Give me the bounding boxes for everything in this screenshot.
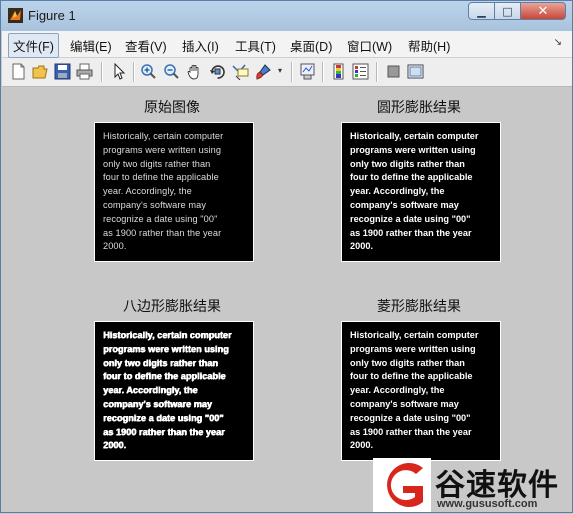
- menu-overflow-icon[interactable]: ↘: [554, 37, 562, 48]
- menu-tools[interactable]: 工具(T): [232, 35, 279, 56]
- brush-icon[interactable]: [255, 63, 272, 80]
- watermark: 谷速软件 www.gususoft.com: [373, 456, 573, 514]
- watermark-url: www.gususoft.com: [437, 498, 538, 510]
- window-controls: ▁ □ ✕: [468, 2, 566, 22]
- subplot-title-disk-dilation: 圆形膨胀结果: [377, 100, 461, 116]
- close-button[interactable]: ✕: [521, 2, 566, 20]
- menu-bar: 文件(F) 编辑(E) 查看(V) 插入(I) 工具(T) 桌面(D) 窗口(W…: [2, 31, 572, 58]
- data-cursor-icon[interactable]: [232, 63, 249, 80]
- toolbar-separator: [376, 62, 378, 82]
- image-text-octagon-dilation: Historically, certain computer programs …: [103, 330, 232, 451]
- new-figure-icon[interactable]: [10, 63, 27, 80]
- matlab-icon: [8, 8, 23, 23]
- open-file-icon[interactable]: [32, 63, 49, 80]
- link-plot-icon[interactable]: [299, 63, 316, 80]
- menu-desktop[interactable]: 桌面(D): [287, 35, 335, 56]
- maximize-icon: □: [502, 4, 513, 18]
- figure-window: Figure 1 ▁ □ ✕ 文件(F) 编辑(E) 查看(V) 插入(I) 工…: [0, 0, 573, 513]
- minimize-button[interactable]: ▁: [468, 2, 495, 20]
- pan-icon[interactable]: [186, 63, 203, 80]
- menu-file[interactable]: 文件(F): [8, 33, 59, 58]
- image-text-disk-dilation: Historically, certain computer programs …: [350, 131, 479, 252]
- menu-help[interactable]: 帮助(H): [405, 35, 453, 56]
- toolbar-separator: [291, 62, 293, 82]
- image-diamond-dilation: Historically, certain computer programs …: [341, 321, 501, 461]
- toolbar: ▾: [2, 58, 572, 87]
- window-title: Figure 1: [28, 8, 76, 23]
- image-text-original: Historically, certain computer programs …: [103, 131, 224, 252]
- image-original: Historically, certain computer programs …: [94, 122, 254, 262]
- show-plot-tools-icon[interactable]: [407, 63, 424, 80]
- toolbar-separator: [133, 62, 135, 82]
- hide-plot-tools-icon[interactable]: [385, 63, 402, 80]
- save-icon[interactable]: [54, 63, 71, 80]
- zoom-out-icon[interactable]: [163, 63, 180, 80]
- brush-dropdown-icon[interactable]: ▾: [278, 66, 282, 75]
- close-icon: ✕: [537, 3, 549, 19]
- toolbar-separator: [101, 62, 103, 82]
- menu-view[interactable]: 查看(V): [122, 35, 170, 56]
- legend-icon[interactable]: [352, 63, 369, 80]
- image-disk-dilation: Historically, certain computer programs …: [341, 122, 501, 262]
- gususoft-logo-icon: [373, 458, 431, 512]
- image-octagon-dilation: Historically, certain computer programs …: [94, 321, 254, 461]
- minimize-icon: ▁: [477, 4, 486, 18]
- zoom-in-icon[interactable]: [140, 63, 157, 80]
- menu-window[interactable]: 窗口(W): [344, 35, 395, 56]
- toolbar-separator: [322, 62, 324, 82]
- image-text-diamond-dilation: Historically, certain computer programs …: [350, 330, 479, 451]
- maximize-button[interactable]: □: [495, 2, 521, 20]
- subplot-title-diamond-dilation: 菱形膨胀结果: [377, 299, 461, 315]
- menu-insert[interactable]: 插入(I): [179, 35, 222, 56]
- pointer-icon[interactable]: [110, 63, 127, 80]
- subplot-title-original: 原始图像: [144, 100, 200, 116]
- rotate-3d-icon[interactable]: [209, 63, 226, 80]
- menu-edit[interactable]: 编辑(E): [67, 35, 115, 56]
- colorbar-icon[interactable]: [330, 63, 347, 80]
- print-icon[interactable]: [76, 63, 93, 80]
- subplot-title-octagon-dilation: 八边形膨胀结果: [123, 299, 221, 315]
- title-bar[interactable]: Figure 1 ▁ □ ✕: [1, 1, 572, 31]
